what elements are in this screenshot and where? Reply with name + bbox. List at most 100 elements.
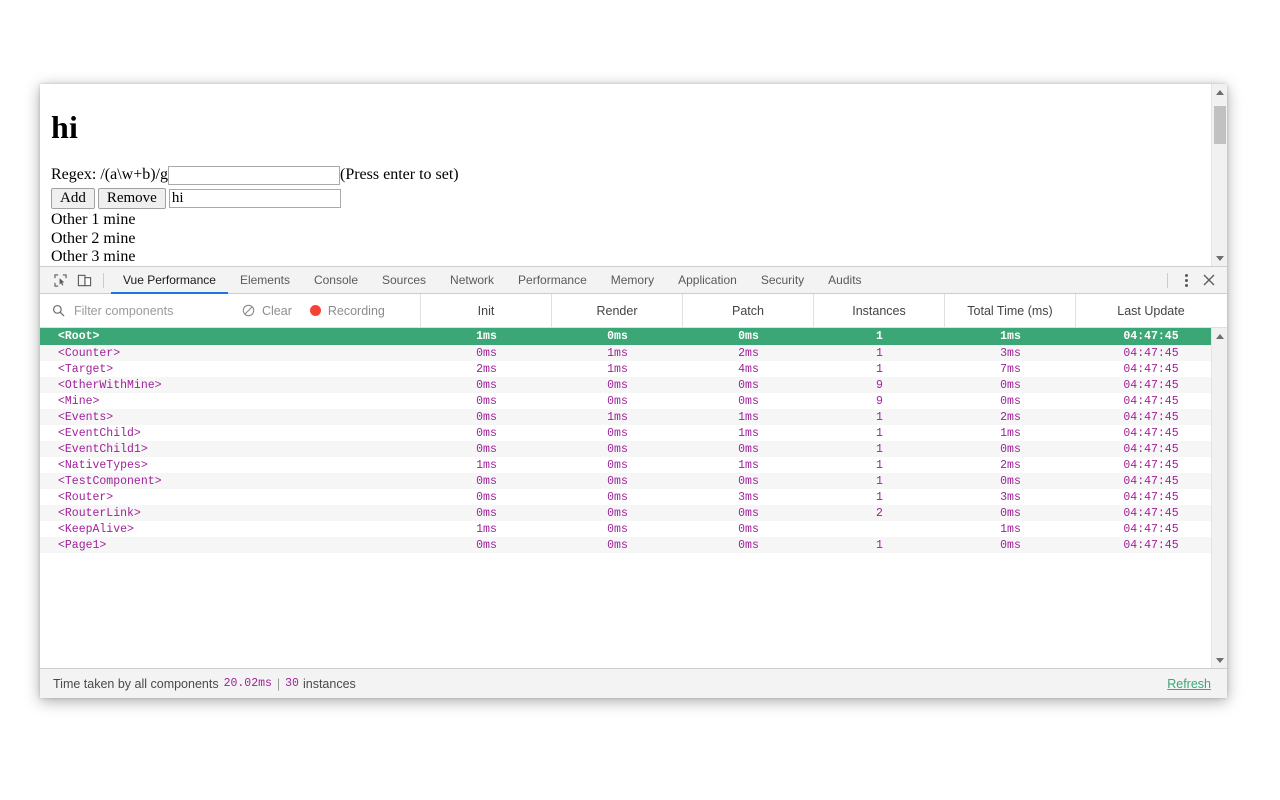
- table-row[interactable]: <NativeTypes> 1ms 0ms 1ms 1 2ms 04:47:45: [40, 457, 1211, 473]
- add-button[interactable]: Add: [51, 188, 95, 209]
- tab-label: Memory: [610, 273, 655, 287]
- tab-label: Elements: [239, 273, 290, 287]
- column-header-last-update[interactable]: Last Update: [1076, 294, 1226, 327]
- page-title: hi: [51, 109, 79, 145]
- column-header-instances[interactable]: Instances: [814, 294, 945, 327]
- table-row[interactable]: <OtherWithMine> 0ms 0ms 0ms 9 0ms 04:47:45: [40, 377, 1211, 393]
- devtools-scroll-down-arrow-icon[interactable]: [1212, 652, 1228, 668]
- component-name: <RouterLink>: [58, 506, 141, 520]
- filter-input[interactable]: [74, 303, 224, 318]
- regex-input[interactable]: [168, 165, 340, 185]
- cell-update: 04:47:45: [1123, 474, 1179, 488]
- devtools-panel: Vue Performance Elements Console Sources…: [40, 266, 1227, 698]
- cell-instances: 1: [876, 410, 883, 424]
- page-scrollbar[interactable]: [1211, 84, 1227, 266]
- cell-render: 1ms: [607, 410, 628, 424]
- column-header-total-time[interactable]: Total Time (ms): [945, 294, 1076, 327]
- toolbar-divider: [103, 272, 104, 288]
- cell-init: 0ms: [476, 378, 497, 392]
- page-content: hi Regex: /(a\w+b)/g (Press enter to set…: [40, 84, 1211, 266]
- cell-init: 1ms: [476, 458, 497, 472]
- column-header-init[interactable]: Init: [421, 294, 552, 327]
- cell-update: 04:47:45: [1123, 362, 1179, 376]
- devtools-status-bar: Time taken by all components 20.02ms | 3…: [40, 668, 1227, 698]
- cell-total: 7ms: [1000, 362, 1021, 376]
- device-toolbar-icon[interactable]: [72, 269, 96, 291]
- cell-render: 1ms: [607, 362, 628, 376]
- cell-render: 0ms: [607, 506, 628, 520]
- refresh-link[interactable]: Refresh: [1167, 677, 1211, 691]
- cell-update: 04:47:45: [1123, 490, 1179, 504]
- cell-render: 0ms: [607, 330, 628, 343]
- page-scrollbar-thumb[interactable]: [1214, 106, 1226, 144]
- button-row: Add Remove: [51, 188, 1199, 209]
- cell-total: 3ms: [1000, 346, 1021, 360]
- table-row[interactable]: <Events> 0ms 1ms 1ms 1 2ms 04:47:45: [40, 409, 1211, 425]
- cell-instances: 1: [876, 458, 883, 472]
- other-item-2: Other 2 mine: [51, 229, 136, 247]
- close-icon[interactable]: [1197, 269, 1221, 291]
- cell-patch: 4ms: [738, 362, 759, 376]
- tab-performance[interactable]: Performance: [506, 267, 599, 294]
- cell-update: 04:47:45: [1123, 426, 1179, 440]
- cell-update: 04:47:45: [1123, 346, 1179, 360]
- tab-application[interactable]: Application: [666, 267, 749, 294]
- cell-init: 2ms: [476, 362, 497, 376]
- table-row[interactable]: <Router> 0ms 0ms 3ms 1 3ms 04:47:45: [40, 489, 1211, 505]
- cell-total: 1ms: [1000, 522, 1021, 536]
- tab-security[interactable]: Security: [749, 267, 816, 294]
- cell-init: 0ms: [476, 410, 497, 424]
- tab-elements[interactable]: Elements: [228, 267, 302, 294]
- devtools-scrollbar[interactable]: [1211, 328, 1227, 668]
- table-row[interactable]: <Counter> 0ms 1ms 2ms 1 3ms 04:47:45: [40, 345, 1211, 361]
- component-name: <Mine>: [58, 394, 100, 408]
- tab-memory[interactable]: Memory: [599, 267, 666, 294]
- table-row[interactable]: <KeepAlive> 1ms 0ms 0ms 1ms 04:47:45: [40, 521, 1211, 537]
- cell-patch: 0ms: [738, 522, 759, 536]
- column-header-render[interactable]: Render: [552, 294, 683, 327]
- tab-console[interactable]: Console: [302, 267, 370, 294]
- table-row[interactable]: <Target> 2ms 1ms 4ms 1 7ms 04:47:45: [40, 361, 1211, 377]
- component-name: <KeepAlive>: [58, 522, 134, 536]
- cell-total: 2ms: [1000, 458, 1021, 472]
- cell-patch: 0ms: [738, 474, 759, 488]
- cell-total: 0ms: [1000, 394, 1021, 408]
- recording-toggle[interactable]: Recording: [309, 304, 385, 318]
- column-header-patch[interactable]: Patch: [683, 294, 814, 327]
- component-name: <Target>: [58, 362, 114, 376]
- toolbar-divider-right: [1167, 272, 1168, 288]
- other-item-1: Other 1 mine: [51, 211, 136, 228]
- remove-button[interactable]: Remove: [97, 188, 166, 209]
- cell-total: 0ms: [1000, 506, 1021, 520]
- cell-total: 0ms: [1000, 378, 1021, 392]
- cell-total: 3ms: [1000, 490, 1021, 504]
- table-row[interactable]: <TestComponent> 0ms 0ms 0ms 1 0ms 04:47:45: [40, 473, 1211, 489]
- table-row[interactable]: <Root> 1ms 0ms 0ms 1 1ms 04:47:45: [40, 328, 1211, 345]
- tab-sources[interactable]: Sources: [370, 267, 438, 294]
- cell-render: 0ms: [607, 490, 628, 504]
- table-row[interactable]: <Mine> 0ms 0ms 0ms 9 0ms 04:47:45: [40, 393, 1211, 409]
- table-row[interactable]: <EventChild> 0ms 0ms 1ms 1 1ms 04:47:45: [40, 425, 1211, 441]
- status-prefix: Time taken by all components: [53, 676, 219, 691]
- clear-label: Clear: [262, 303, 292, 318]
- cell-init: 0ms: [476, 442, 497, 456]
- cell-update: 04:47:45: [1123, 522, 1179, 536]
- browser-window: hi Regex: /(a\w+b)/g (Press enter to set…: [40, 84, 1227, 698]
- search-icon: [52, 304, 74, 317]
- tab-vue-performance[interactable]: Vue Performance: [111, 267, 228, 294]
- tab-network[interactable]: Network: [438, 267, 506, 294]
- name-input[interactable]: [168, 189, 341, 208]
- clear-button[interactable]: Clear: [242, 304, 292, 318]
- table-row[interactable]: <RouterLink> 0ms 0ms 0ms 2 0ms 04:47:45: [40, 505, 1211, 521]
- devtools-scroll-up-arrow-icon[interactable]: [1212, 328, 1228, 344]
- scroll-up-arrow-icon[interactable]: [1212, 84, 1228, 100]
- tab-audits[interactable]: Audits: [816, 267, 873, 294]
- cell-patch: 0ms: [738, 442, 759, 456]
- cell-render: 0ms: [607, 522, 628, 536]
- tab-label: Vue Performance: [123, 273, 216, 287]
- more-options-icon[interactable]: [1175, 269, 1197, 291]
- table-row[interactable]: <EventChild1> 0ms 0ms 0ms 1 0ms 04:47:45: [40, 441, 1211, 457]
- table-row[interactable]: <Page1> 0ms 0ms 0ms 1 0ms 04:47:45: [40, 537, 1211, 553]
- inspect-cursor-icon[interactable]: [48, 269, 72, 291]
- scroll-down-arrow-icon[interactable]: [1212, 250, 1228, 266]
